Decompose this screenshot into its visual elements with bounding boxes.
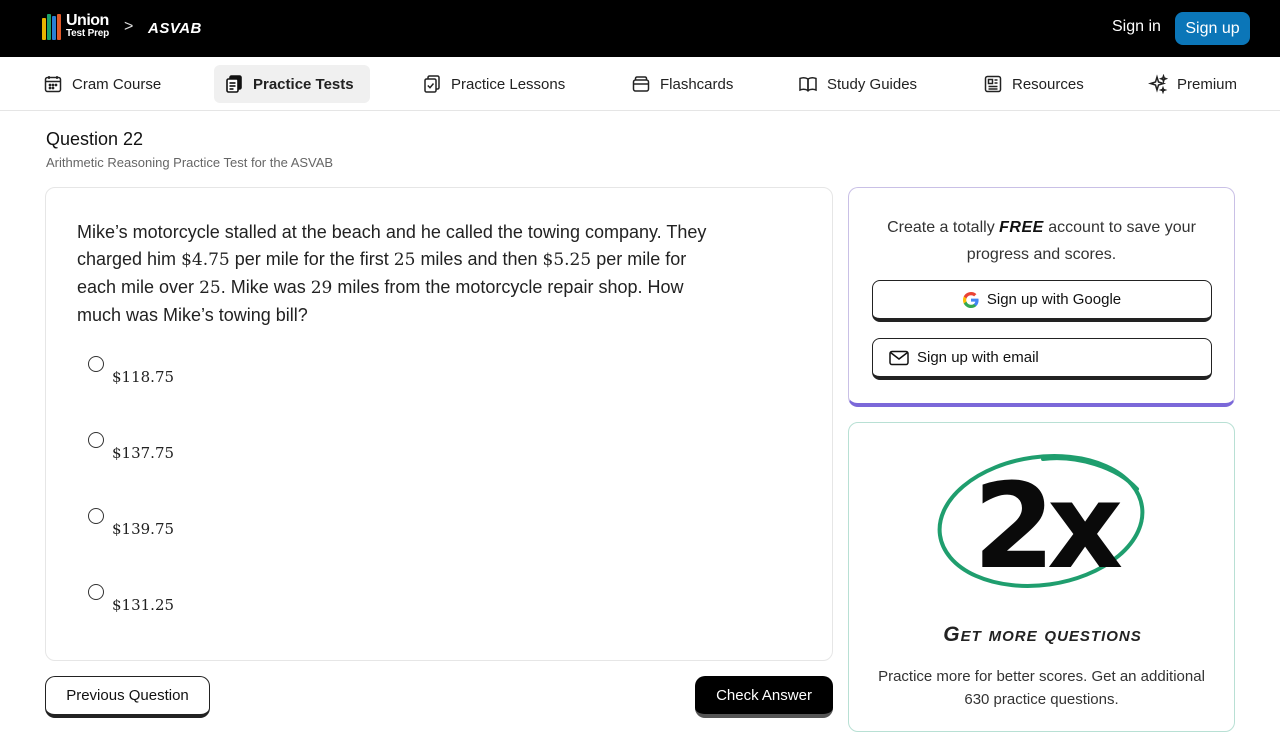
question-number: 29 bbox=[310, 278, 333, 298]
question-number: $5.25 bbox=[542, 250, 592, 270]
radio-button[interactable] bbox=[88, 432, 104, 448]
sign-up-google-button[interactable]: Sign up with Google bbox=[872, 280, 1212, 322]
nav-item-practice-tests[interactable]: Practice Tests bbox=[214, 65, 370, 103]
nav-label: Study Guides bbox=[827, 75, 918, 93]
main-nav: Cram Course Practice Tests Practice Less… bbox=[0, 57, 1280, 111]
sign-up-button[interactable]: Sign up bbox=[1175, 12, 1250, 45]
sparkle-icon bbox=[1148, 74, 1168, 94]
sign-in-link[interactable]: Sign in bbox=[1112, 18, 1161, 36]
question-subtitle: Arithmetic Reasoning Practice Test for t… bbox=[46, 155, 334, 170]
nav-item-cram-course[interactable]: Cram Course bbox=[33, 65, 171, 103]
nav-item-practice-lessons[interactable]: Practice Lessons bbox=[412, 65, 575, 103]
radio-button[interactable] bbox=[88, 508, 104, 524]
nav-label: Premium bbox=[1177, 75, 1238, 93]
top-bar: Union Test Prep > ASVAB Sign in Sign up bbox=[0, 0, 1280, 57]
promo-heading: Get more questions bbox=[943, 623, 1142, 646]
answer-label: $118.75 bbox=[112, 368, 175, 386]
radio-button[interactable] bbox=[88, 584, 104, 600]
answer-option[interactable]: $131.25 bbox=[88, 584, 388, 624]
nav-label: Resources bbox=[1012, 75, 1084, 93]
promo-text: Practice more for better scores. Get an … bbox=[878, 668, 1205, 708]
chevron-right-icon: > bbox=[124, 18, 134, 35]
question-text-part: per mile for the first bbox=[229, 249, 394, 269]
nav-label: Practice Lessons bbox=[451, 75, 566, 93]
answer-label: $137.75 bbox=[112, 444, 175, 462]
check-answer-button[interactable]: Check Answer bbox=[695, 676, 833, 718]
free-emphasis: FREE bbox=[999, 219, 1044, 236]
google-icon bbox=[962, 291, 979, 308]
signup-card: Create a totally FREE account to save yo… bbox=[848, 187, 1235, 407]
question-text-part: miles and then bbox=[415, 249, 543, 269]
question-number: 25 bbox=[393, 250, 416, 270]
nav-label: Practice Tests bbox=[253, 75, 354, 93]
logo-bars-icon bbox=[42, 14, 62, 40]
question-title: Question 22 bbox=[46, 129, 144, 149]
breadcrumb-section[interactable]: ASVAB bbox=[148, 20, 202, 37]
signup-message: Create a totally FREE account to save yo… bbox=[869, 214, 1214, 268]
answer-option[interactable]: $139.75 bbox=[88, 508, 388, 548]
brand-subname: Test Prep bbox=[66, 28, 110, 39]
book-open-icon bbox=[799, 77, 817, 92]
newspaper-icon bbox=[984, 75, 1002, 93]
question-text-part: . Mike was bbox=[220, 277, 311, 297]
nav-item-study-guides[interactable]: Study Guides bbox=[788, 65, 927, 103]
question-card: Mike’s motorcycle stalled at the beach a… bbox=[45, 187, 833, 661]
answer-option[interactable]: $118.75 bbox=[88, 356, 388, 396]
clipboard-check-icon bbox=[424, 75, 440, 93]
question-number: $4.75 bbox=[181, 250, 230, 270]
nav-label: Cram Course bbox=[72, 75, 162, 93]
mail-icon bbox=[889, 350, 909, 365]
question-text: Mike’s motorcycle stalled at the beach a… bbox=[77, 219, 717, 329]
nav-item-premium[interactable]: Premium bbox=[1138, 65, 1247, 103]
union-test-prep-logo[interactable]: Union Test Prep bbox=[42, 12, 110, 40]
calendar-icon bbox=[44, 76, 62, 93]
brand-name: Union bbox=[66, 12, 109, 29]
signup-message-text: Create a totally bbox=[887, 219, 1000, 236]
radio-button[interactable] bbox=[88, 356, 104, 372]
nav-item-resources[interactable]: Resources bbox=[973, 65, 1094, 103]
nav-item-flashcards[interactable]: Flashcards bbox=[621, 65, 743, 103]
answer-label: $131.25 bbox=[112, 596, 175, 614]
email-button-label: Sign up with email bbox=[917, 349, 1039, 366]
google-button-label: Sign up with Google bbox=[986, 291, 1122, 308]
sign-up-email-button[interactable]: Sign up with email bbox=[872, 338, 1212, 380]
previous-question-button[interactable]: Previous Question bbox=[45, 676, 210, 718]
nav-label: Flashcards bbox=[660, 75, 734, 93]
promo-art-text: 2x bbox=[973, 457, 1122, 595]
answer-option[interactable]: $137.75 bbox=[88, 432, 388, 472]
answer-label: $139.75 bbox=[112, 520, 175, 538]
promo-card: 2x Get more questions Practice more for … bbox=[848, 422, 1235, 732]
document-stack-icon bbox=[226, 75, 242, 93]
question-number: 25 bbox=[199, 278, 221, 298]
2x-badge-icon: 2x bbox=[937, 454, 1145, 595]
cards-icon bbox=[632, 76, 650, 92]
